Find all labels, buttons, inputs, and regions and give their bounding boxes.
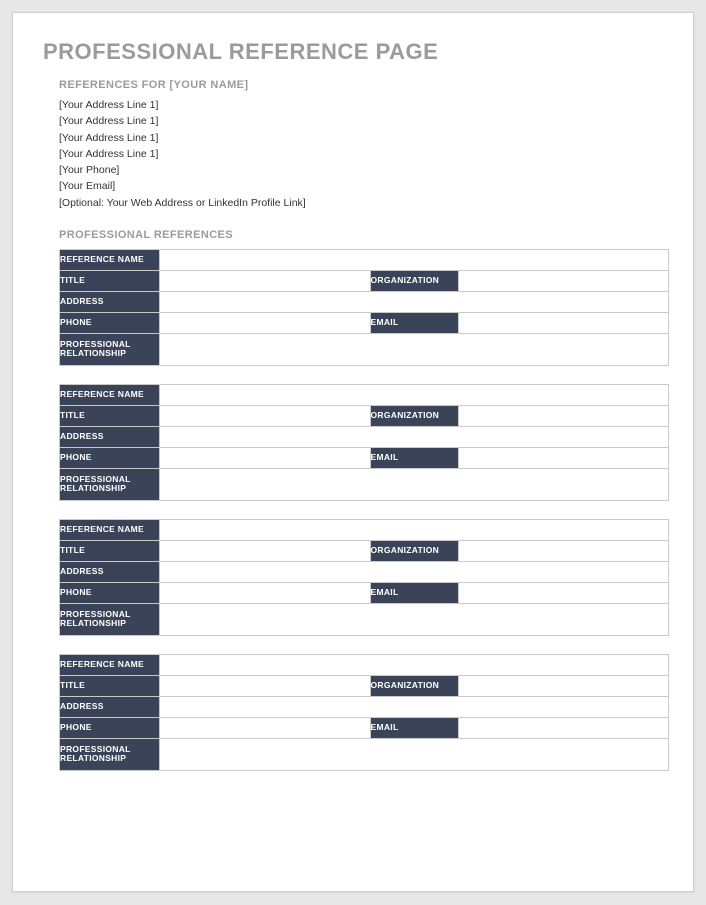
label-organization: ORGANIZATION (370, 675, 458, 696)
value-email[interactable] (458, 447, 669, 468)
value-email[interactable] (458, 312, 669, 333)
label-reference-name: REFERENCE NAME (60, 249, 160, 270)
info-line: [Your Address Line 1] (59, 97, 663, 113)
label-phone: PHONE (60, 717, 160, 738)
value-relationship[interactable] (160, 468, 669, 500)
value-phone[interactable] (160, 717, 371, 738)
label-relationship: PROFESSIONAL RELATIONSHIP (60, 603, 160, 635)
label-organization: ORGANIZATION (370, 540, 458, 561)
info-line: [Your Phone] (59, 162, 663, 178)
value-reference-name[interactable] (160, 249, 669, 270)
value-organization[interactable] (458, 405, 669, 426)
label-reference-name: REFERENCE NAME (60, 654, 160, 675)
label-title: TITLE (60, 405, 160, 426)
label-organization: ORGANIZATION (370, 270, 458, 291)
info-line: [Your Address Line 1] (59, 130, 663, 146)
label-phone: PHONE (60, 447, 160, 468)
label-address: ADDRESS (60, 291, 160, 312)
value-address[interactable] (160, 291, 669, 312)
value-phone[interactable] (160, 312, 371, 333)
value-address[interactable] (160, 561, 669, 582)
page-title: PROFESSIONAL REFERENCE PAGE (43, 39, 663, 65)
label-email: EMAIL (370, 717, 458, 738)
value-organization[interactable] (458, 675, 669, 696)
reference-table: REFERENCE NAME TITLE ORGANIZATION ADDRES… (59, 384, 669, 501)
value-reference-name[interactable] (160, 519, 669, 540)
info-line: [Optional: Your Web Address or LinkedIn … (59, 195, 663, 211)
value-title[interactable] (160, 540, 371, 561)
value-organization[interactable] (458, 270, 669, 291)
value-organization[interactable] (458, 540, 669, 561)
value-relationship[interactable] (160, 603, 669, 635)
label-relationship: PROFESSIONAL RELATIONSHIP (60, 738, 160, 770)
value-title[interactable] (160, 405, 371, 426)
references-for-subtitle: REFERENCES FOR [YOUR NAME] (59, 79, 663, 91)
professional-references-heading: PROFESSIONAL REFERENCES (59, 229, 663, 241)
label-address: ADDRESS (60, 561, 160, 582)
document-page: PROFESSIONAL REFERENCE PAGE REFERENCES F… (12, 12, 694, 892)
value-address[interactable] (160, 426, 669, 447)
value-title[interactable] (160, 270, 371, 291)
label-phone: PHONE (60, 312, 160, 333)
value-reference-name[interactable] (160, 654, 669, 675)
value-phone[interactable] (160, 582, 371, 603)
label-title: TITLE (60, 540, 160, 561)
label-relationship: PROFESSIONAL RELATIONSHIP (60, 333, 160, 365)
value-email[interactable] (458, 717, 669, 738)
reference-table: REFERENCE NAME TITLE ORGANIZATION ADDRES… (59, 249, 669, 366)
value-email[interactable] (458, 582, 669, 603)
value-address[interactable] (160, 696, 669, 717)
reference-table: REFERENCE NAME TITLE ORGANIZATION ADDRES… (59, 654, 669, 771)
info-line: [Your Email] (59, 178, 663, 194)
value-relationship[interactable] (160, 333, 669, 365)
label-address: ADDRESS (60, 696, 160, 717)
label-relationship: PROFESSIONAL RELATIONSHIP (60, 468, 160, 500)
label-email: EMAIL (370, 582, 458, 603)
label-organization: ORGANIZATION (370, 405, 458, 426)
reference-table: REFERENCE NAME TITLE ORGANIZATION ADDRES… (59, 519, 669, 636)
info-line: [Your Address Line 1] (59, 113, 663, 129)
value-reference-name[interactable] (160, 384, 669, 405)
value-phone[interactable] (160, 447, 371, 468)
applicant-info-block: [Your Address Line 1] [Your Address Line… (59, 97, 663, 211)
label-reference-name: REFERENCE NAME (60, 519, 160, 540)
label-phone: PHONE (60, 582, 160, 603)
label-title: TITLE (60, 675, 160, 696)
label-title: TITLE (60, 270, 160, 291)
label-reference-name: REFERENCE NAME (60, 384, 160, 405)
label-email: EMAIL (370, 312, 458, 333)
label-address: ADDRESS (60, 426, 160, 447)
info-line: [Your Address Line 1] (59, 146, 663, 162)
value-title[interactable] (160, 675, 371, 696)
label-email: EMAIL (370, 447, 458, 468)
value-relationship[interactable] (160, 738, 669, 770)
